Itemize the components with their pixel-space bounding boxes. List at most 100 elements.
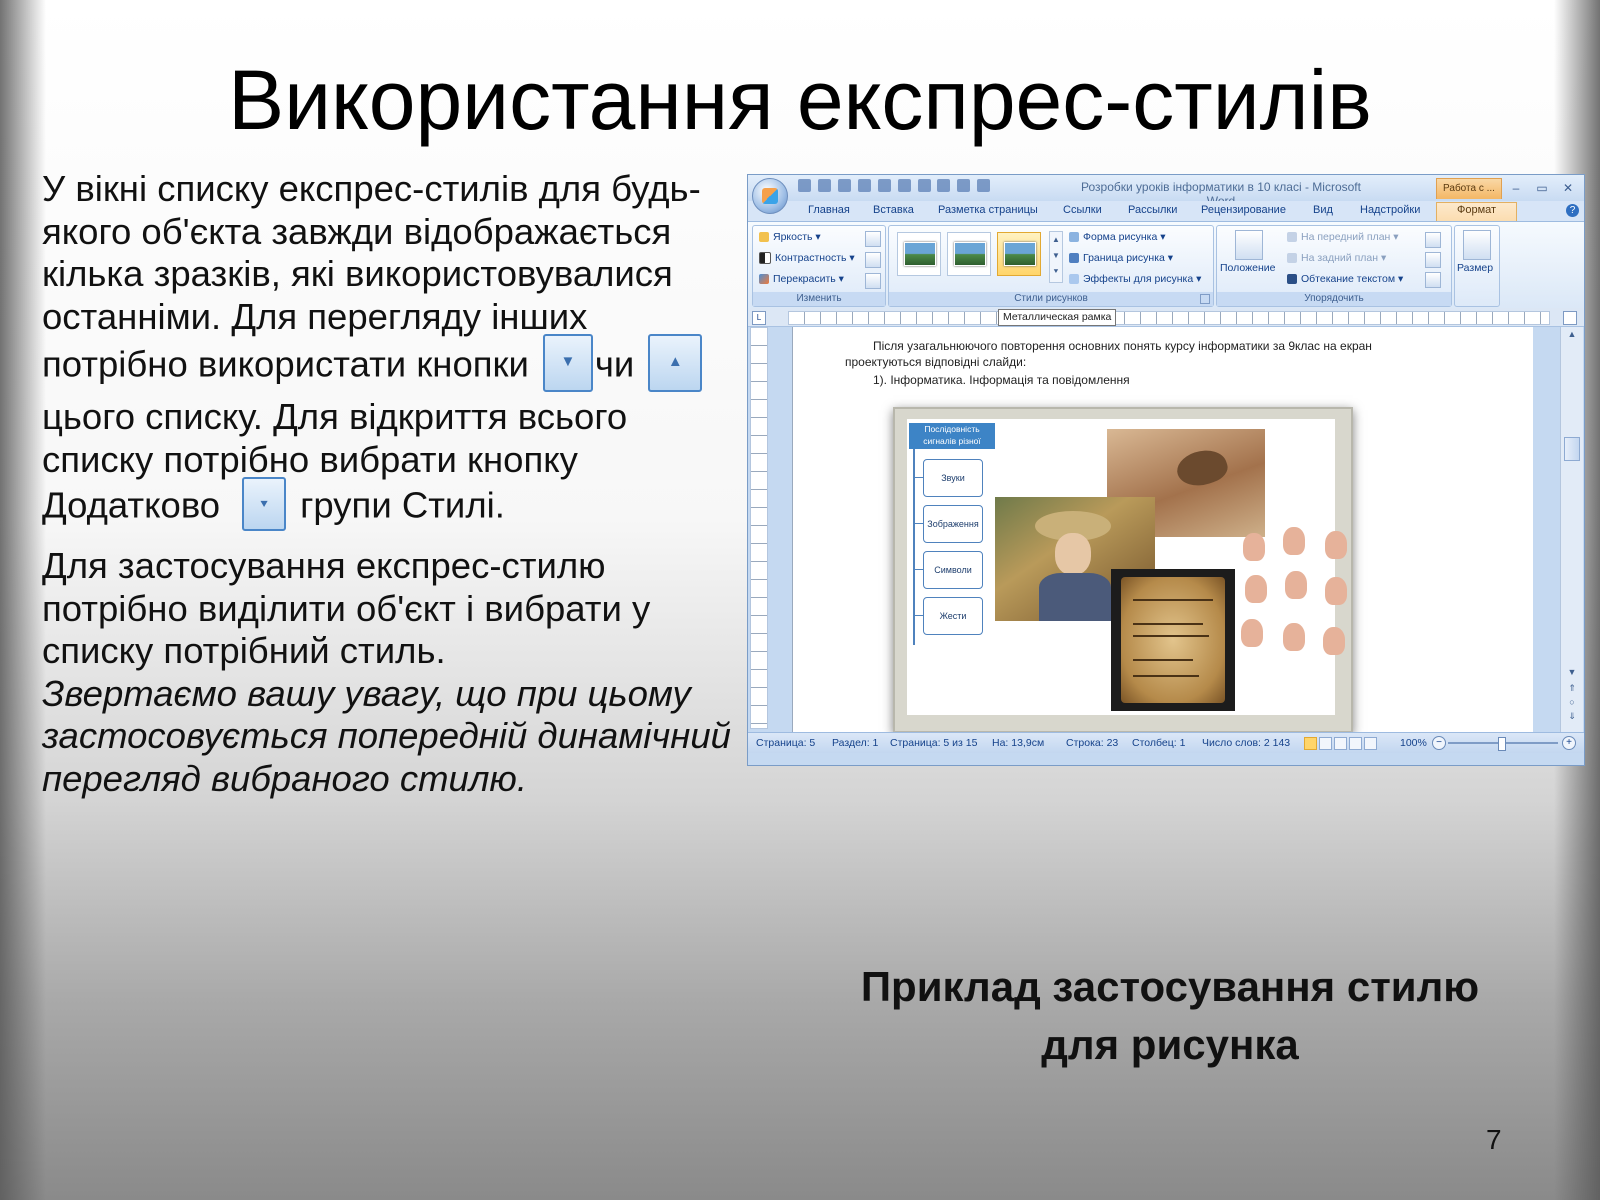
- send-to-back-button[interactable]: На задний план ▾: [1287, 252, 1386, 264]
- change-picture-icon[interactable]: [865, 252, 881, 268]
- tab-view[interactable]: Вид: [1313, 204, 1333, 216]
- face-shape: [1055, 533, 1091, 575]
- web-layout-icon[interactable]: [1334, 737, 1347, 750]
- maximize-icon[interactable]: ▭: [1532, 179, 1552, 197]
- reset-picture-icon[interactable]: [865, 273, 881, 289]
- document-page[interactable]: Після узагальнюючого повторення основних…: [792, 327, 1533, 733]
- compress-icon[interactable]: [865, 231, 881, 247]
- size-icon[interactable]: [1463, 230, 1491, 260]
- text-wrapping-label: Обтекание текстом: [1301, 273, 1396, 285]
- undo-icon[interactable]: [817, 179, 831, 192]
- scroll-down-button-illustration: ▼: [542, 334, 593, 392]
- scroll-writing: [1133, 659, 1193, 661]
- doc-line-2: проектуються відповідні слайди:: [845, 355, 1027, 369]
- selected-picture[interactable]: Послідовність сигналів різної природи Зв…: [893, 407, 1353, 733]
- tab-review[interactable]: Рецензирование: [1201, 204, 1286, 216]
- diagram-box-images: Зображення: [923, 505, 983, 543]
- size-label[interactable]: Размер: [1457, 262, 1493, 274]
- picture-shape-button[interactable]: Форма рисунка ▾: [1069, 231, 1166, 243]
- coat-shape: [1039, 573, 1111, 621]
- vertical-scrollbar[interactable]: ▲ ▼ ⇑ ○ ⇓: [1560, 327, 1583, 732]
- draft-icon[interactable]: [1364, 737, 1377, 750]
- outline-icon[interactable]: [1349, 737, 1362, 750]
- bring-to-front-icon: [1287, 232, 1297, 243]
- tab-page-layout[interactable]: Разметка страницы: [938, 204, 1038, 216]
- columns-icon[interactable]: [977, 179, 991, 192]
- bring-to-front-button[interactable]: На передний план ▾: [1287, 231, 1399, 243]
- picture-shape-label: Форма рисунка: [1083, 231, 1158, 243]
- style-thumbnail[interactable]: [947, 232, 991, 276]
- redo-icon[interactable]: [837, 179, 851, 192]
- more-icon: ⯆: [258, 497, 270, 512]
- diagram-box-gestures: Жести: [923, 597, 983, 635]
- dialog-launcher-icon[interactable]: [1200, 294, 1210, 304]
- status-position[interactable]: На: 13,9см: [992, 737, 1044, 749]
- align-icon[interactable]: [1425, 232, 1441, 248]
- page-number: 7: [1486, 1124, 1502, 1155]
- tab-insert[interactable]: Вставка: [873, 204, 914, 216]
- text-wrapping-button[interactable]: Обтекание текстом ▾: [1287, 273, 1403, 285]
- contrast-button[interactable]: Контрастность ▾: [759, 252, 855, 265]
- recolor-button[interactable]: Перекрасить ▾: [759, 273, 844, 285]
- position-label[interactable]: Положение: [1220, 262, 1276, 274]
- picture-border-button[interactable]: Граница рисунка ▾: [1069, 252, 1173, 264]
- scroll-down-arrow-icon[interactable]: ▼: [1565, 667, 1579, 677]
- zoom-level[interactable]: 100%: [1400, 737, 1427, 749]
- tab-home[interactable]: Главная: [808, 204, 850, 216]
- tab-mailings[interactable]: Рассылки: [1128, 204, 1177, 216]
- spelling-icon[interactable]: [937, 179, 951, 192]
- office-button[interactable]: [752, 178, 788, 214]
- status-column[interactable]: Столбец: 1: [1132, 737, 1185, 749]
- status-line[interactable]: Строка: 23: [1066, 737, 1118, 749]
- draw-table-icon[interactable]: [957, 179, 971, 192]
- scroll-up-arrow-icon[interactable]: ▲: [1565, 329, 1579, 339]
- position-icon[interactable]: [1235, 230, 1263, 260]
- scroll-up-button-illustration: ▲: [648, 334, 703, 392]
- group-size: Размер: [1454, 225, 1500, 307]
- full-screen-reading-icon[interactable]: [1319, 737, 1332, 750]
- picture-effects-button[interactable]: Эффекты для рисунка ▾: [1069, 273, 1201, 285]
- brightness-button[interactable]: Яркость ▾: [759, 231, 821, 243]
- help-icon[interactable]: ?: [1566, 204, 1579, 217]
- minimize-icon[interactable]: –: [1506, 179, 1526, 197]
- save-icon[interactable]: [798, 179, 811, 192]
- close-icon[interactable]: ✕: [1558, 179, 1578, 197]
- zoom-slider-thumb[interactable]: [1498, 737, 1506, 751]
- print-layout-icon[interactable]: [1304, 737, 1317, 750]
- print-icon[interactable]: [897, 179, 911, 192]
- print-preview-icon[interactable]: [917, 179, 931, 192]
- view-ruler-icon[interactable]: [1563, 311, 1577, 325]
- hand-shape: [1325, 531, 1347, 559]
- hand-gestures-photo: [1237, 527, 1353, 697]
- ribbon: Яркость ▾ Контрастность ▾ Перекрасить ▾ …: [748, 221, 1584, 309]
- open-icon[interactable]: [877, 179, 891, 192]
- hand-shape: [1283, 623, 1305, 651]
- status-page[interactable]: Страница: 5: [756, 737, 815, 749]
- picture-effects-icon: [1069, 274, 1079, 285]
- previous-page-icon[interactable]: ⇑: [1565, 683, 1579, 694]
- tab-addins[interactable]: Надстройки: [1360, 204, 1420, 216]
- new-document-icon[interactable]: [857, 179, 871, 192]
- rotate-icon[interactable]: [1425, 272, 1441, 288]
- zoom-in-icon[interactable]: +: [1562, 736, 1576, 750]
- status-word-count[interactable]: Число слов: 2 143: [1202, 737, 1290, 749]
- figure-caption: Приклад застосування стилю для рисунка: [810, 958, 1530, 1074]
- group-objects-icon[interactable]: [1425, 252, 1441, 268]
- scroll-up-icon: ▲: [667, 353, 683, 370]
- next-page-icon[interactable]: ⇓: [1565, 711, 1579, 722]
- context-tab-picture-tools[interactable]: Работа с ...: [1436, 178, 1502, 199]
- browse-object-icon[interactable]: ○: [1565, 697, 1579, 707]
- styles-scroll-up-icon[interactable]: ▲: [1050, 232, 1062, 248]
- tab-references[interactable]: Ссылки: [1063, 204, 1102, 216]
- style-thumbnail[interactable]: [897, 232, 941, 276]
- status-section[interactable]: Раздел: 1: [832, 737, 878, 749]
- styles-more-icon[interactable]: ⯆: [1050, 264, 1062, 280]
- scrollbar-thumb[interactable]: [1564, 437, 1580, 461]
- status-page-of[interactable]: Страница: 5 из 15: [890, 737, 977, 749]
- style-thumbnail-selected[interactable]: [997, 232, 1041, 276]
- tab-format[interactable]: Формат: [1436, 202, 1518, 222]
- zoom-out-icon[interactable]: −: [1432, 736, 1446, 750]
- styles-scroll-down-icon[interactable]: ▼: [1050, 248, 1062, 264]
- tab-selector-icon[interactable]: L: [752, 311, 766, 325]
- horizontal-ruler[interactable]: L Металлическая рамка: [748, 308, 1584, 327]
